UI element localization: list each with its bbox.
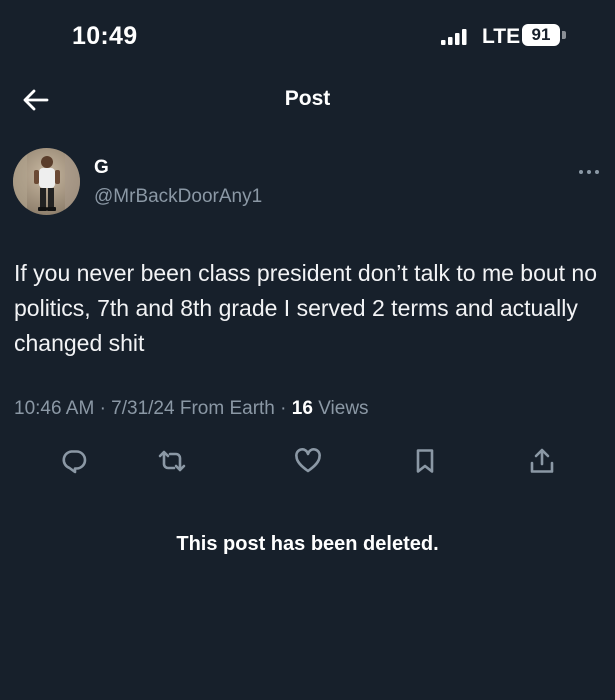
more-icon [579,170,599,174]
post-text: If you never been class president don’t … [14,260,598,356]
deleted-notice: This post has been deleted. [176,533,439,555]
avatar[interactable] [13,148,80,215]
like-icon [295,448,321,473]
battery-level: 91 [531,25,551,44]
post-date: 7/31/24 [111,398,175,419]
bookmark-icon [416,449,434,473]
views-count[interactable]: 16 [292,398,313,419]
views-label[interactable]: Views [318,398,368,419]
author-name[interactable]: G [94,157,109,179]
share-icon [530,448,554,473]
like-button[interactable] [290,444,326,478]
signal-icon [441,29,467,45]
repost-icon [158,450,186,472]
network-type: LTE [482,25,521,48]
share-button[interactable] [524,444,560,478]
battery-icon: 91 [522,24,560,46]
post-time: 10:46 AM [14,398,95,419]
page-title: Post [284,87,331,110]
more-options-button[interactable] [572,162,606,182]
avatar-image [13,148,80,215]
battery-tip [562,31,566,39]
repost-button[interactable] [154,444,190,478]
reply-icon [62,450,87,474]
post-meta: 10:46 AM · 7/31/24 From Earth · 16 Views [14,398,369,419]
bookmark-button[interactable] [407,444,443,478]
post-source: From Earth [179,398,275,419]
author-handle[interactable]: @MrBackDoorAny1 [94,186,262,208]
status-time: 10:49 [72,22,138,50]
reply-button[interactable] [56,444,92,478]
